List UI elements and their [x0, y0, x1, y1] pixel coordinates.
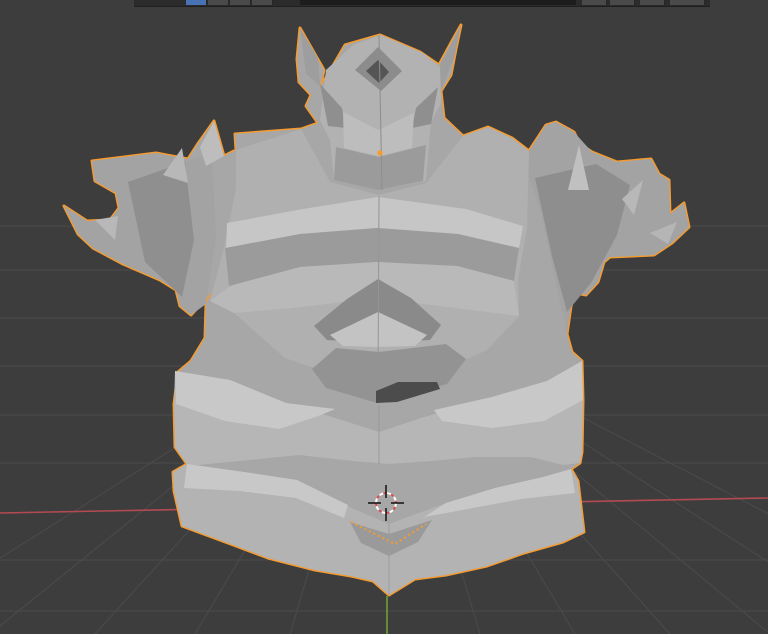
object-origin-icon[interactable] [377, 150, 383, 156]
scene-canvas[interactable] [0, 0, 768, 634]
3d-viewport[interactable] [0, 0, 768, 634]
